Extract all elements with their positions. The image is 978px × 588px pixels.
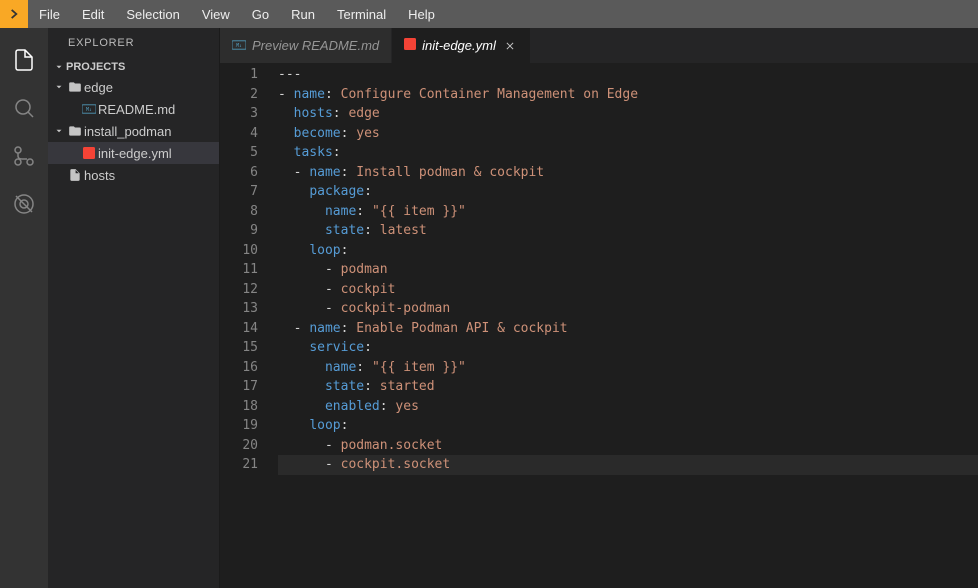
code-line[interactable]: become: yes: [278, 124, 978, 144]
svg-text:M↓: M↓: [86, 107, 92, 113]
line-number: 20: [220, 436, 258, 456]
code-line[interactable]: - name: Install podman & cockpit: [278, 163, 978, 183]
code-content[interactable]: ---- name: Configure Container Managemen…: [278, 63, 978, 588]
sidebar: EXPLORER PROJECTS edge M↓ README.md install…: [48, 28, 220, 588]
code-line[interactable]: - podman: [278, 260, 978, 280]
close-icon[interactable]: [502, 38, 518, 54]
tree-item-label: hosts: [84, 168, 115, 183]
tree-item-label: edge: [84, 80, 113, 95]
tree-item-label: README.md: [98, 102, 175, 117]
sidebar-title: EXPLORER: [48, 28, 219, 58]
line-number: 9: [220, 221, 258, 241]
file-init-edge-yml[interactable]: init-edge.yml: [48, 142, 219, 164]
svg-text:M↓: M↓: [235, 43, 242, 49]
menu-run[interactable]: Run: [280, 7, 326, 22]
line-number: 13: [220, 299, 258, 319]
source-control-icon[interactable]: [0, 132, 48, 180]
menu-view[interactable]: View: [191, 7, 241, 22]
yaml-file-icon: [80, 147, 98, 159]
chevron-down-icon: [52, 62, 66, 72]
code-line[interactable]: state: latest: [278, 221, 978, 241]
menu-go[interactable]: Go: [241, 7, 280, 22]
markdown-file-icon: M↓: [232, 38, 246, 53]
line-number: 3: [220, 104, 258, 124]
yaml-file-icon: [404, 38, 416, 53]
menu-edit[interactable]: Edit: [71, 7, 115, 22]
menu-help[interactable]: Help: [397, 7, 446, 22]
folder-edge[interactable]: edge: [48, 76, 219, 98]
tab-init-edge-yml[interactable]: init-edge.yml: [392, 28, 531, 63]
activity-bar: [0, 28, 48, 588]
code-line[interactable]: - name: Enable Podman API & cockpit: [278, 319, 978, 339]
line-number: 21: [220, 455, 258, 475]
debug-icon[interactable]: [0, 180, 48, 228]
line-number: 14: [220, 319, 258, 339]
line-number: 6: [220, 163, 258, 183]
line-number: 7: [220, 182, 258, 202]
line-number: 4: [220, 124, 258, 144]
tab-label: Preview README.md: [252, 38, 379, 53]
chevron-down-icon: [52, 126, 66, 136]
code-line[interactable]: tasks:: [278, 143, 978, 163]
line-number: 17: [220, 377, 258, 397]
folder-icon: [66, 80, 84, 94]
line-number: 12: [220, 280, 258, 300]
code-line[interactable]: ---: [278, 65, 978, 85]
chevron-down-icon: [52, 82, 66, 92]
code-line[interactable]: name: "{{ item }}": [278, 202, 978, 222]
code-line[interactable]: - cockpit: [278, 280, 978, 300]
line-number: 2: [220, 85, 258, 105]
folder-icon: [66, 124, 84, 138]
tree-item-label: install_podman: [84, 124, 171, 139]
sidebar-section-projects[interactable]: PROJECTS: [48, 58, 219, 76]
line-gutter: 123456789101112131415161718192021: [220, 63, 278, 588]
code-line[interactable]: service:: [278, 338, 978, 358]
code-line[interactable]: loop:: [278, 416, 978, 436]
markdown-file-icon: M↓: [80, 104, 98, 114]
code-area[interactable]: 123456789101112131415161718192021 ---- n…: [220, 63, 978, 588]
line-number: 5: [220, 143, 258, 163]
code-line[interactable]: - name: Configure Container Management o…: [278, 85, 978, 105]
line-number: 18: [220, 397, 258, 417]
code-line[interactable]: enabled: yes: [278, 397, 978, 417]
folder-install_podman[interactable]: install_podman: [48, 120, 219, 142]
explorer-icon[interactable]: [0, 36, 48, 84]
line-number: 8: [220, 202, 258, 222]
code-line[interactable]: package:: [278, 182, 978, 202]
line-number: 15: [220, 338, 258, 358]
line-number: 19: [220, 416, 258, 436]
code-line[interactable]: - podman.socket: [278, 436, 978, 456]
tab-preview-readme-md[interactable]: M↓ Preview README.md: [220, 28, 392, 63]
tab-label: init-edge.yml: [422, 38, 496, 53]
line-number: 10: [220, 241, 258, 261]
code-line[interactable]: name: "{{ item }}": [278, 358, 978, 378]
code-line[interactable]: loop:: [278, 241, 978, 261]
search-icon[interactable]: [0, 84, 48, 132]
file-hosts[interactable]: hosts: [48, 164, 219, 186]
line-number: 1: [220, 65, 258, 85]
code-line[interactable]: hosts: edge: [278, 104, 978, 124]
menu-terminal[interactable]: Terminal: [326, 7, 397, 22]
line-number: 11: [220, 260, 258, 280]
file-tree: edge M↓ README.md install_podman init-edge.y…: [48, 76, 219, 588]
code-line[interactable]: - cockpit.socket: [278, 455, 978, 475]
menu-file[interactable]: File: [28, 7, 71, 22]
menu-selection[interactable]: Selection: [115, 7, 190, 22]
editor: M↓Preview README.mdinit-edge.yml 1234567…: [220, 28, 978, 588]
menubar: FileEditSelectionViewGoRunTerminalHelp: [0, 0, 978, 28]
tree-item-label: init-edge.yml: [98, 146, 172, 161]
file-icon: [66, 168, 84, 182]
line-number: 16: [220, 358, 258, 378]
file-readme-md[interactable]: M↓ README.md: [48, 98, 219, 120]
code-line[interactable]: - cockpit-podman: [278, 299, 978, 319]
code-line[interactable]: state: started: [278, 377, 978, 397]
app-logo: [0, 0, 28, 28]
tab-strip: M↓ Preview README.md init-edge.yml: [220, 28, 978, 63]
